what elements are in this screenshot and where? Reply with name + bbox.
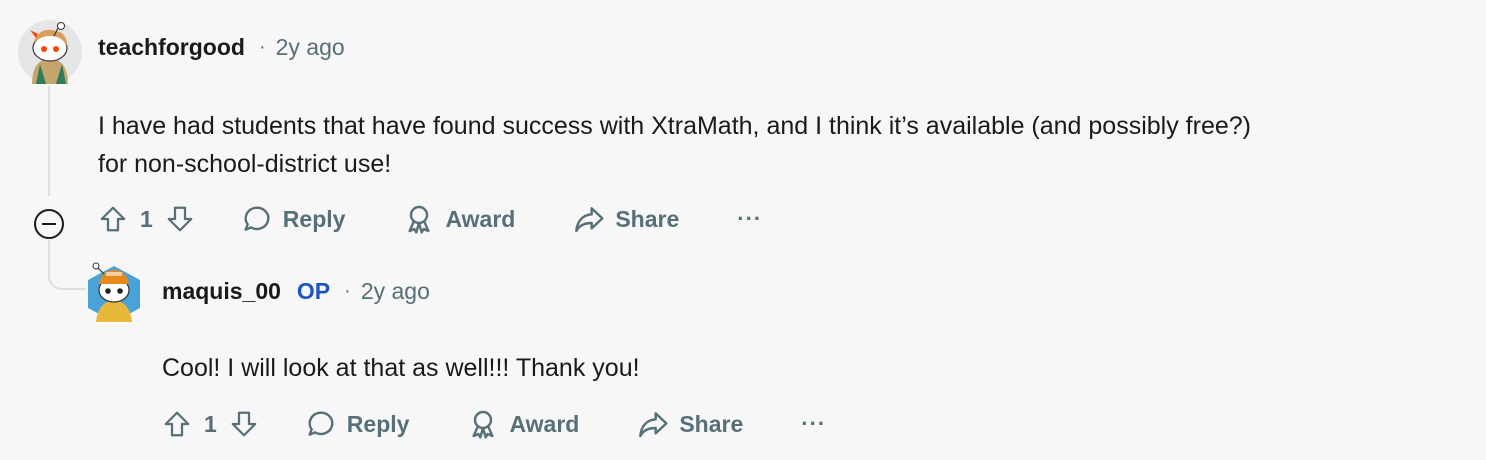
comment-body-line: Cool! I will look at that as well!!! Tha… — [162, 354, 640, 382]
share-label: Share — [679, 410, 744, 437]
reply-button[interactable]: Reply — [305, 408, 410, 440]
upvote-button[interactable] — [98, 204, 128, 234]
vote-count: 1 — [204, 410, 217, 437]
timestamp[interactable]: 2y ago — [276, 34, 345, 61]
comment-meta: teachforgood · 2y ago — [98, 34, 345, 61]
award-icon — [408, 205, 430, 234]
comment-body: I have had students that have found succ… — [98, 107, 1458, 183]
downvote-button[interactable] — [229, 409, 259, 439]
downvote-button[interactable] — [165, 204, 195, 234]
comment-meta: maquis_00 OP · 2y ago — [162, 278, 430, 305]
comment-body-line: for non-school-district use! — [98, 150, 392, 178]
reply-icon — [244, 206, 270, 231]
reply-label: Reply — [282, 205, 346, 232]
share-button[interactable]: Share — [573, 203, 679, 235]
vote-count: 1 — [140, 205, 153, 232]
comment-body-line: I have had students that have found succ… — [98, 112, 1251, 140]
avatar[interactable] — [18, 20, 82, 84]
thread-line — [48, 86, 50, 196]
award-icon — [472, 410, 494, 439]
avatar[interactable] — [82, 262, 146, 326]
username[interactable]: maquis_00 — [162, 278, 281, 305]
reply-button[interactable]: Reply — [241, 203, 346, 235]
username[interactable]: teachforgood — [98, 34, 245, 61]
more-options-button[interactable]: ··· — [801, 411, 826, 437]
meta-separator: · — [258, 36, 266, 58]
award-label: Award — [509, 410, 580, 437]
thread-elbow — [48, 240, 86, 290]
comment-actions: 1 Reply Award Share ··· — [162, 408, 826, 440]
award-button[interactable]: Award — [403, 203, 515, 235]
share-button[interactable]: Share — [637, 408, 743, 440]
comment-actions: 1 Reply Award Share ··· — [98, 203, 762, 235]
share-icon — [639, 412, 668, 438]
meta-separator: · — [344, 280, 351, 302]
comment-body: Cool! I will look at that as well!!! Tha… — [162, 349, 1362, 387]
upvote-button[interactable] — [162, 409, 192, 439]
share-icon — [575, 207, 604, 233]
upvote-icon — [100, 206, 126, 232]
downvote-icon — [231, 411, 257, 437]
op-badge: OP — [296, 278, 331, 304]
reply-label: Reply — [346, 410, 410, 437]
upvote-icon — [164, 411, 190, 437]
award-label: Award — [445, 205, 516, 232]
award-button[interactable]: Award — [467, 408, 579, 440]
more-options-button[interactable]: ··· — [737, 206, 762, 232]
timestamp[interactable]: 2y ago — [361, 278, 430, 305]
reply-icon — [308, 411, 334, 436]
downvote-icon — [167, 206, 193, 232]
share-label: Share — [615, 205, 680, 232]
collapse-icon[interactable] — [34, 209, 64, 239]
